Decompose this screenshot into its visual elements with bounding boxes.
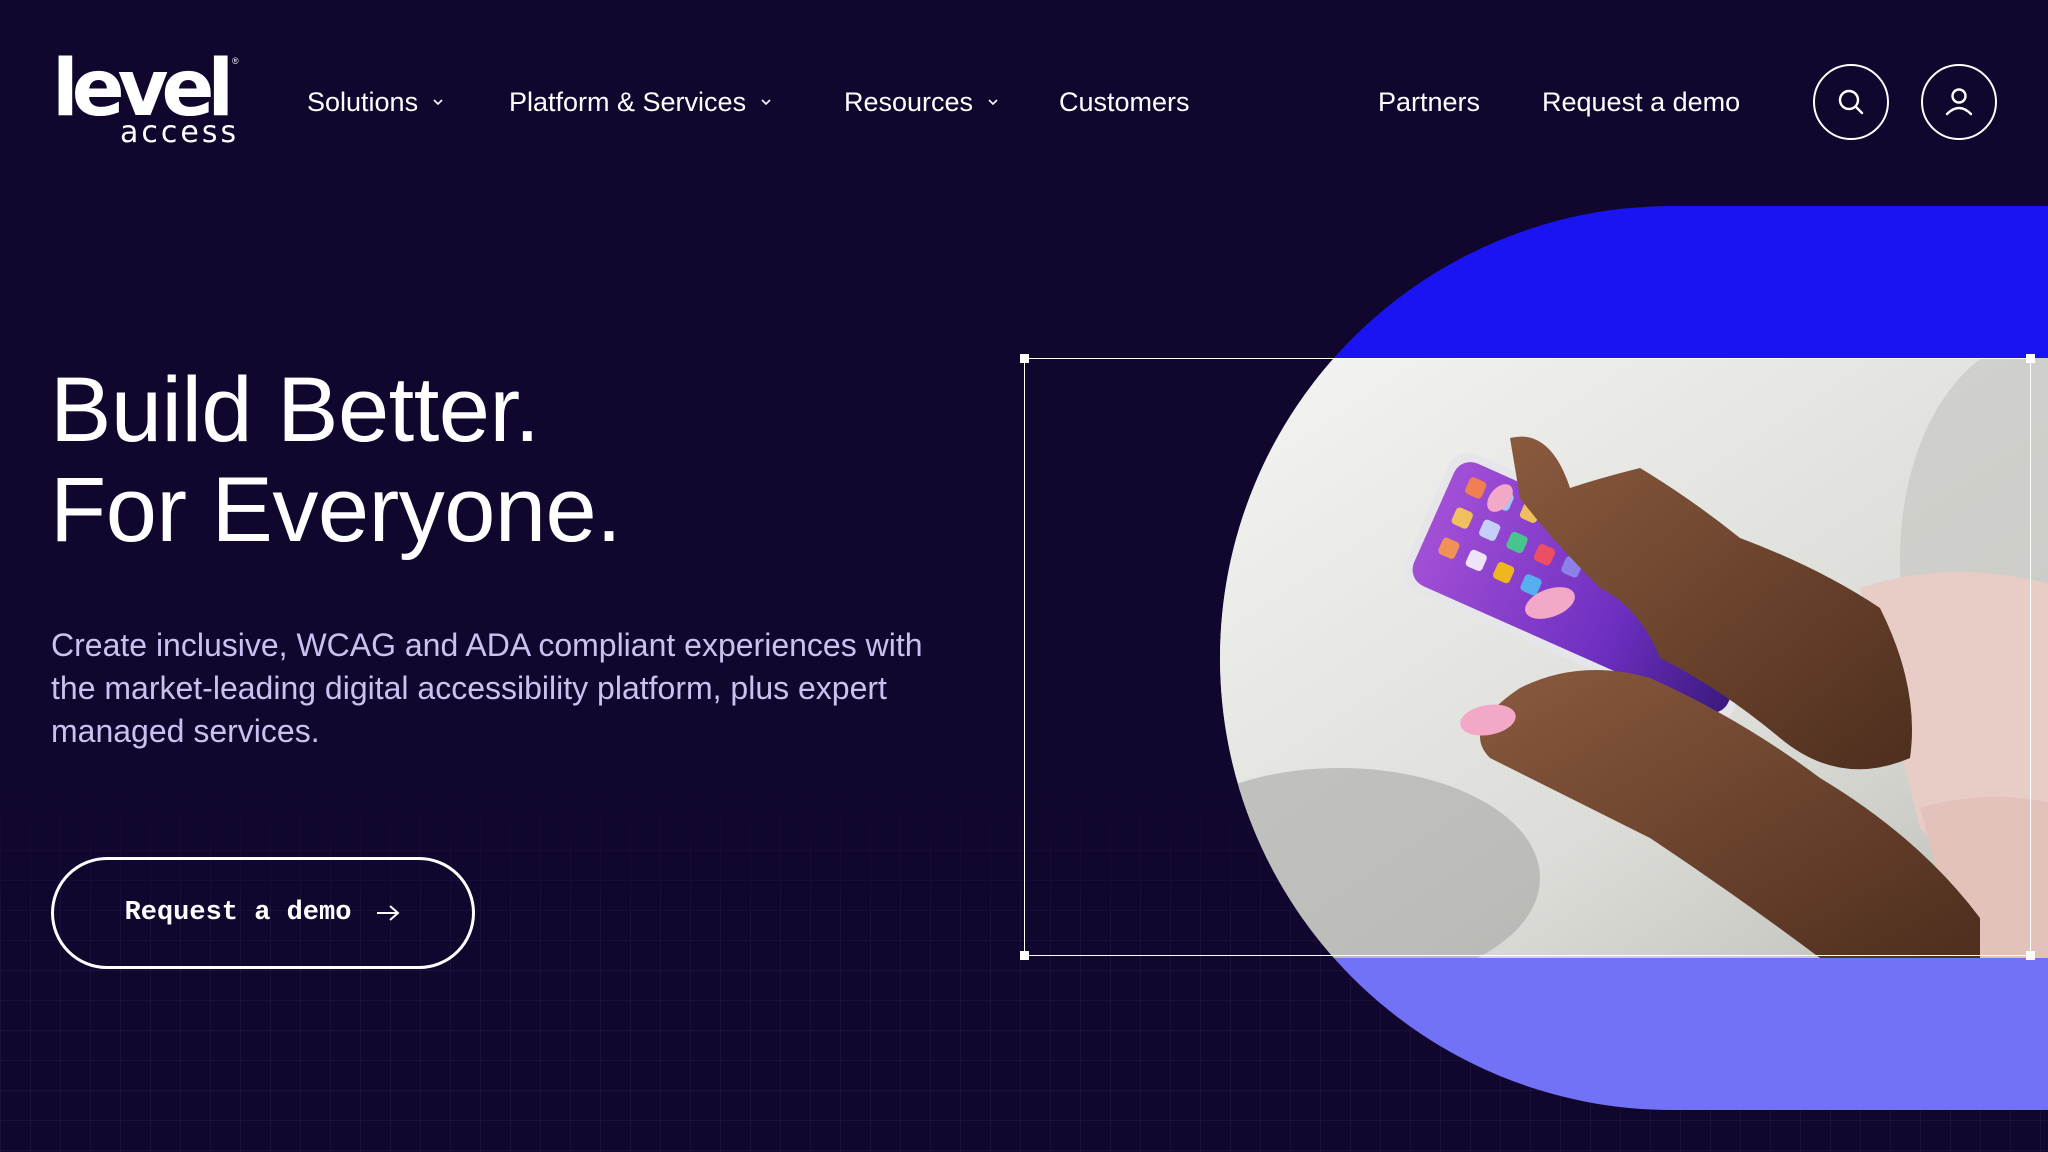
logo-subtext: access [120,115,240,150]
nav-label: Partners [1378,86,1481,117]
selection-handle [1020,354,1029,363]
level-access-logo[interactable]: level ® access [52,50,252,160]
arrow-right-icon [377,905,400,921]
cta-label: Request a demo [124,898,352,928]
chevron-down-icon [988,99,998,106]
image-selection-frame [1020,354,2035,960]
hero-title-line-2: For Everyone. [50,459,622,561]
homepage: level ® access Solutions Platform & Serv… [0,0,2048,1152]
selection-handle [1020,951,1029,960]
user-account-icon [1945,88,1973,116]
selection-handle [2026,951,2035,960]
request-demo-button[interactable]: Request a demo [51,857,475,969]
hero-title-line-1: Build Better. [50,359,540,461]
chevron-down-icon [433,99,443,106]
nav-customers[interactable]: Customers [1059,82,1190,122]
hero-title: Build Better. For Everyone. [50,360,950,560]
nav-label: Resources [844,86,974,117]
nav-label: Customers [1059,86,1190,117]
search-icon [1838,89,1864,115]
nav-platform-services[interactable]: Platform & Services [509,82,772,122]
hero-description: Create inclusive, WCAG and ADA compliant… [51,627,923,749]
nav-label: Platform & Services [509,86,747,117]
selection-handle [2026,354,2035,363]
logo-registered-mark: ® [232,56,239,66]
blue-top-band [1220,206,2048,358]
nav-label: Request a demo [1542,86,1741,117]
nav-partners[interactable]: Partners [1378,82,1480,122]
chevron-down-icon [761,99,771,106]
account-button[interactable] [1921,64,1997,140]
nav-label: Solutions [307,86,419,117]
search-button[interactable] [1813,64,1889,140]
nav-solutions[interactable]: Solutions [307,82,444,122]
nav-resources[interactable]: Resources [844,82,999,122]
site-header: level ® access Solutions Platform & Serv… [0,0,2048,200]
nav-request-demo[interactable]: Request a demo [1542,82,1740,122]
